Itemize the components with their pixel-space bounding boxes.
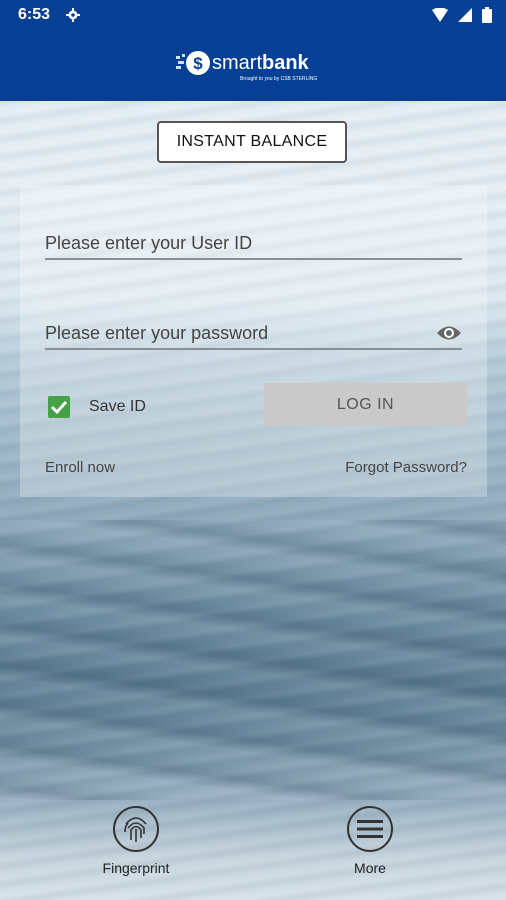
checkmark-icon — [50, 400, 68, 415]
fingerprint-button[interactable]: Fingerprint — [76, 806, 196, 876]
user-id-placeholder: Please enter your User ID — [45, 233, 253, 253]
fingerprint-circle[interactable] — [113, 806, 159, 852]
login-button[interactable]: LOG IN — [264, 383, 467, 426]
app-header: $ smartbank Brought to you by CSB STERLI… — [0, 30, 506, 101]
instant-balance-button[interactable]: INSTANT BALANCE — [157, 121, 347, 163]
password-placeholder: Please enter your password — [45, 323, 269, 343]
save-id-label: Save ID — [89, 398, 146, 415]
wave-texture-deep — [0, 520, 506, 800]
smartbank-logo: $ smartbank Brought to you by CSB STERLI… — [176, 48, 317, 82]
status-time: 6:53 — [18, 6, 51, 23]
cell-signal-icon — [458, 8, 472, 22]
show-password-eye-icon[interactable] — [436, 324, 462, 342]
logo-wordmark: smartbank — [212, 52, 309, 74]
user-id-field[interactable]: Please enter your User ID — [45, 228, 462, 260]
battery-icon — [482, 7, 492, 23]
svg-text:$: $ — [193, 54, 203, 73]
enroll-now-link[interactable]: Enroll now — [45, 459, 115, 476]
logo-subtitle: Brought to you by CSB STERLING — [240, 76, 318, 82]
status-bar: 6:53 — [0, 0, 506, 30]
fingerprint-label: Fingerprint — [102, 860, 170, 876]
save-id-checkbox[interactable] — [48, 396, 70, 418]
password-field[interactable]: Please enter your password — [45, 318, 462, 350]
more-circle[interactable] — [347, 806, 393, 852]
smartbank-logo-icon: $ — [176, 51, 210, 75]
fingerprint-icon — [124, 817, 147, 842]
more-label: More — [354, 860, 386, 876]
forgot-password-link[interactable]: Forgot Password? — [345, 459, 467, 476]
hamburger-menu-icon — [357, 820, 383, 838]
settings-gear-icon — [66, 8, 80, 22]
more-button[interactable]: More — [310, 806, 430, 876]
wifi-icon — [432, 8, 448, 22]
